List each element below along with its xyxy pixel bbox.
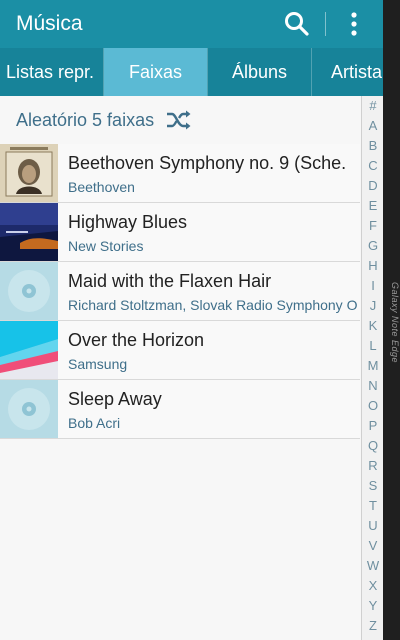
index-letter[interactable]: N <box>362 376 383 396</box>
index-letter[interactable]: S <box>362 476 383 496</box>
index-letter[interactable]: H <box>362 256 383 276</box>
track-artist: Richard Stoltzman, Slovak Radio Symphony… <box>68 297 358 313</box>
index-letter[interactable]: J <box>362 296 383 316</box>
shuffle-icon[interactable] <box>166 110 192 130</box>
index-letter[interactable]: B <box>362 136 383 156</box>
index-letter[interactable]: D <box>362 176 383 196</box>
track-title: Highway Blues <box>68 212 188 232</box>
index-letter[interactable]: I <box>362 276 383 296</box>
index-letter[interactable]: T <box>362 496 383 516</box>
index-letter[interactable]: K <box>362 316 383 336</box>
track-title: Over the Horizon <box>68 330 205 350</box>
album-art-over-the-horizon <box>0 321 58 379</box>
index-letter[interactable]: Y <box>362 596 383 616</box>
index-letter[interactable]: # <box>362 96 383 116</box>
toolbar-divider <box>325 12 326 36</box>
alphabet-index-scroller[interactable]: # A B C D E F G H I J K L M N O P Q R S … <box>361 96 383 640</box>
index-letter[interactable]: W <box>362 556 383 576</box>
index-letter[interactable]: X <box>362 576 383 596</box>
tab-albums[interactable]: Álbuns <box>208 48 311 96</box>
index-letter[interactable]: Z <box>362 616 383 636</box>
album-art-highway-blues <box>0 203 58 261</box>
tab-playlists[interactable]: Listas repr. <box>0 48 103 96</box>
index-letter[interactable]: F <box>362 216 383 236</box>
track-artist: Beethoven <box>68 179 135 195</box>
index-letter[interactable]: C <box>362 156 383 176</box>
index-letter[interactable]: U <box>362 516 383 536</box>
top-app-bar: Música <box>0 0 383 48</box>
track-row[interactable]: Over the Horizon Samsung <box>0 321 360 380</box>
index-letter[interactable]: Q <box>362 436 383 456</box>
app-title: Música <box>16 12 83 35</box>
track-artist: Samsung <box>68 356 128 372</box>
track-row[interactable]: Maid with the Flaxen Hair Richard Stoltz… <box>0 262 360 321</box>
music-app: Música Listas repr. Faixas Álbuns Artist… <box>0 0 383 640</box>
track-title: Maid with the Flaxen Hair <box>68 271 272 291</box>
track-row[interactable]: Sleep Away Bob Acri <box>0 380 360 439</box>
default-album-art-icon <box>0 380 58 438</box>
index-letter[interactable]: M <box>362 356 383 376</box>
tab-tracks[interactable]: Faixas <box>104 48 207 96</box>
index-letter[interactable]: O <box>362 396 383 416</box>
track-title: Beethoven Symphony no. 9 (Sche. <box>68 153 347 173</box>
track-artist: New Stories <box>68 238 144 254</box>
index-letter[interactable]: A <box>362 116 383 136</box>
index-letter[interactable]: E <box>362 196 383 216</box>
tab-bar: Listas repr. Faixas Álbuns Artista <box>0 48 383 96</box>
search-icon[interactable] <box>284 11 310 37</box>
track-title: Sleep Away <box>68 389 162 409</box>
index-letter[interactable]: P <box>362 416 383 436</box>
index-letter[interactable]: R <box>362 456 383 476</box>
more-vert-icon[interactable] <box>342 11 366 37</box>
shuffle-label: Aleatório 5 faixas <box>16 110 155 130</box>
track-row[interactable]: Beethoven Symphony no. 9 (Sche. Beethove… <box>0 144 360 203</box>
default-album-art-icon <box>0 262 58 320</box>
index-letter[interactable]: V <box>362 536 383 556</box>
device-edge-label: Galaxy Note Edge <box>390 282 400 364</box>
index-letter[interactable]: L <box>362 336 383 356</box>
track-row[interactable]: Highway Blues New Stories <box>0 203 360 262</box>
album-art-beethoven <box>0 144 58 202</box>
index-letter[interactable]: G <box>362 236 383 256</box>
track-artist: Bob Acri <box>68 415 121 431</box>
tab-artists[interactable]: Artista <box>312 48 383 96</box>
